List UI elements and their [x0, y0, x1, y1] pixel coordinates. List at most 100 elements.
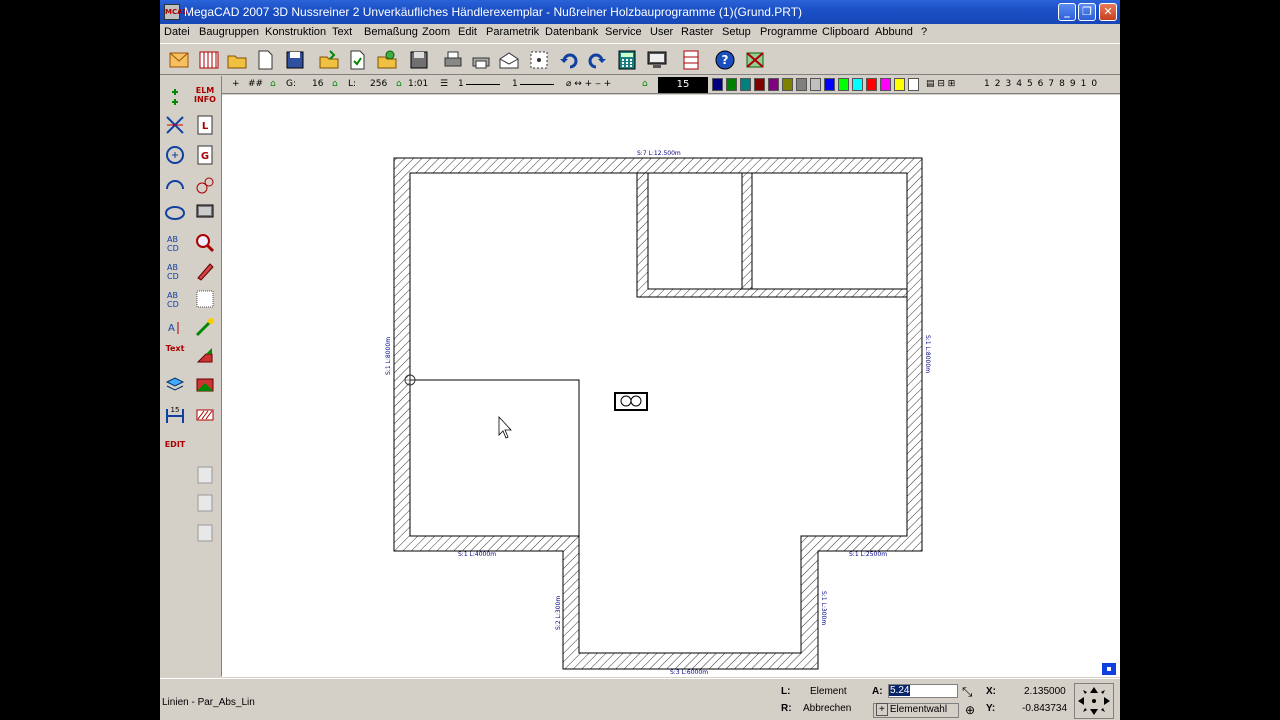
circle-icon[interactable]	[162, 142, 188, 168]
menu-edit[interactable]: Edit	[458, 26, 477, 38]
menu-service[interactable]: Service	[605, 26, 642, 38]
ratio-value[interactable]: 1:01	[408, 79, 428, 89]
close-tool-icon[interactable]	[742, 47, 768, 73]
layer-number-icon[interactable]: 15	[162, 402, 188, 428]
l-value[interactable]: 256	[370, 79, 387, 89]
grid-toggle[interactable]: ##	[248, 79, 263, 89]
surface-icon[interactable]	[192, 372, 218, 398]
layout-icon[interactable]	[678, 47, 704, 73]
folder-share-icon[interactable]	[374, 47, 400, 73]
color-swatch[interactable]	[796, 78, 807, 91]
menu-programme[interactable]: Programme	[760, 26, 817, 38]
menu-setup[interactable]: Setup	[722, 26, 751, 38]
color-swatch[interactable]	[908, 78, 919, 91]
menu-clipboard[interactable]: Clipboard	[822, 26, 869, 38]
text-block-icon[interactable]: AB CD	[162, 286, 188, 312]
plus-button[interactable]: +	[232, 79, 240, 89]
screen-icon[interactable]	[644, 47, 670, 73]
color-swatch[interactable]	[740, 78, 751, 91]
navigation-arrows-icon[interactable]	[1074, 683, 1114, 719]
color-swatch[interactable]	[894, 78, 905, 91]
inner-wall-vertical[interactable]	[741, 172, 753, 290]
color-swatch[interactable]	[824, 78, 835, 91]
scatter-icon[interactable]	[192, 172, 218, 198]
color-swatch[interactable]	[782, 78, 793, 91]
line-width-2[interactable]: 1	[512, 79, 518, 89]
layer-numbers[interactable]: 12345678910	[984, 79, 1102, 89]
elementwahl-button[interactable]: + Elementwahl	[873, 703, 959, 718]
save-icon[interactable]	[406, 47, 432, 73]
undo-icon[interactable]	[556, 47, 582, 73]
layer-tools[interactable]: ▤ ⊟ ⊞	[926, 79, 955, 89]
drawing-canvas[interactable]: S:7 L:12.500m S:1 L:4000m S:1 L:2500m S:…	[222, 95, 1120, 677]
point-icon[interactable]	[162, 84, 188, 110]
menu-parametrik[interactable]: Parametrik	[486, 26, 539, 38]
lock-icon-4[interactable]: ⌂	[642, 79, 648, 89]
menu-raster[interactable]: Raster	[681, 26, 713, 38]
text-align-icon[interactable]: A	[162, 314, 188, 340]
text-abc-icon[interactable]: AB CD	[162, 230, 188, 256]
lock-icon[interactable]: ⌂	[270, 79, 276, 89]
color-swatch[interactable]	[726, 78, 737, 91]
zoom-icon[interactable]	[192, 230, 218, 256]
cross-lines-icon[interactable]	[162, 112, 188, 138]
pen-icon[interactable]	[192, 258, 218, 284]
menu-datenbank[interactable]: Datenbank	[545, 26, 598, 38]
line-style-icon[interactable]: ☰	[440, 79, 448, 89]
disabled-tool-1-icon[interactable]	[192, 462, 218, 488]
close-button[interactable]: ✕	[1099, 3, 1117, 21]
doc-g-icon[interactable]: G	[192, 142, 218, 168]
elm-info-button[interactable]: ELM INFO	[192, 86, 218, 104]
menu-help[interactable]: ?	[921, 26, 927, 38]
print-preview-icon[interactable]	[440, 47, 466, 73]
disabled-tool-3-icon[interactable]	[192, 520, 218, 546]
g-value[interactable]: 16	[312, 79, 323, 89]
crosshair-icon[interactable]: ⊕	[965, 703, 975, 717]
color-swatch[interactable]	[712, 78, 723, 91]
line-width-1[interactable]: 1	[458, 79, 464, 89]
lock-icon-3[interactable]: ⌂	[396, 79, 402, 89]
magic-icon[interactable]	[192, 314, 218, 340]
a-value-input[interactable]: 5.24	[888, 684, 958, 698]
text-edit-icon[interactable]: AB CD	[162, 258, 188, 284]
menu-text[interactable]: Text	[332, 26, 352, 38]
redo-icon[interactable]	[584, 47, 610, 73]
menu-user[interactable]: User	[650, 26, 673, 38]
grid-icon[interactable]	[196, 47, 222, 73]
color-swatch[interactable]	[838, 78, 849, 91]
text-label[interactable]: Text	[163, 344, 187, 353]
envelope-icon[interactable]	[166, 47, 192, 73]
inner-wall-horizontal[interactable]	[636, 172, 908, 298]
color-swatch[interactable]	[852, 78, 863, 91]
menu-datei[interactable]: Datei	[164, 26, 190, 38]
open-folder-icon[interactable]	[224, 47, 250, 73]
new-file-icon[interactable]	[252, 47, 278, 73]
doc-l-icon[interactable]: L	[192, 112, 218, 138]
menu-konstruktion[interactable]: Konstruktion	[265, 26, 326, 38]
app-icon[interactable]: MCAD	[164, 4, 188, 20]
color-swatch[interactable]	[754, 78, 765, 91]
edit-label[interactable]: EDIT	[163, 440, 187, 449]
ellipse-icon[interactable]	[162, 200, 188, 226]
menu-abbund[interactable]: Abbund	[875, 26, 913, 38]
save-prt-icon[interactable]	[282, 47, 308, 73]
solid-3d-icon[interactable]	[192, 342, 218, 368]
monitor-icon[interactable]	[192, 200, 218, 226]
disabled-tool-2-icon[interactable]	[192, 490, 218, 516]
pattern-icon[interactable]	[526, 47, 552, 73]
hatch-icon[interactable]	[192, 402, 218, 428]
hatch-grid-icon[interactable]	[192, 286, 218, 312]
help-icon[interactable]: ?	[712, 47, 738, 73]
menu-bemassung[interactable]: Bemaßung	[364, 26, 418, 38]
folder-import-icon[interactable]	[344, 47, 370, 73]
color-swatch[interactable]	[880, 78, 891, 91]
lock-icon-2[interactable]: ⌂	[332, 79, 338, 89]
color-swatch[interactable]	[866, 78, 877, 91]
print-icon[interactable]	[468, 47, 494, 73]
color-swatch[interactable]	[768, 78, 779, 91]
tool-icons[interactable]: ⌀ ↔ + ‒ +	[566, 79, 611, 89]
current-color[interactable]: 15	[658, 77, 708, 93]
minimize-button[interactable]: _	[1058, 3, 1076, 21]
menu-zoom[interactable]: Zoom	[422, 26, 450, 38]
calculator-icon[interactable]	[614, 47, 640, 73]
